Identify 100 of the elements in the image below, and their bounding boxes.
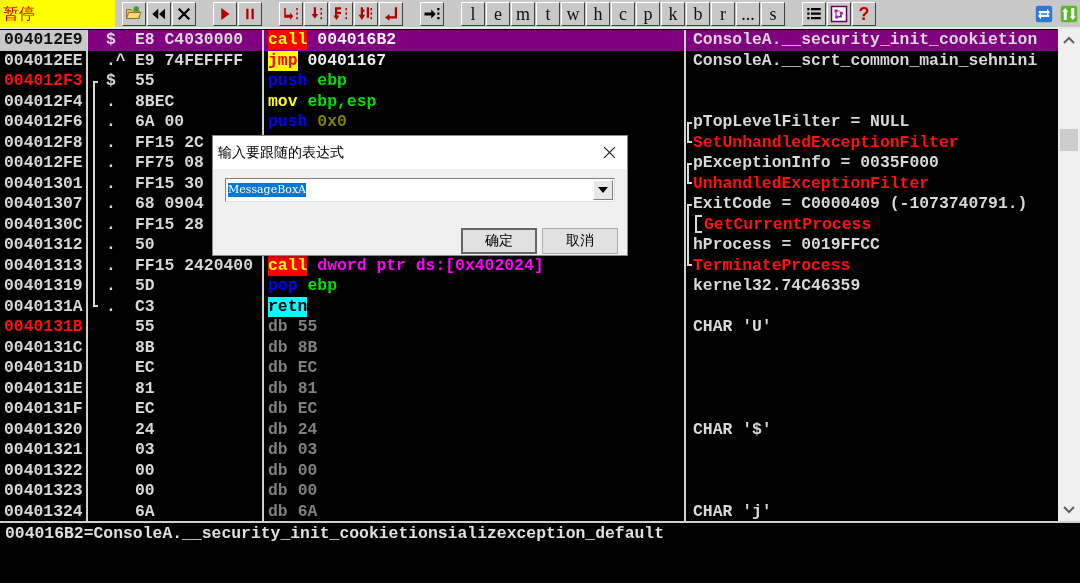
code-row[interactable]: 004012F3 $ 55 push ebp [0,71,1058,92]
rewind-button[interactable] [147,1,171,26]
jump-marker: $ [105,71,117,92]
comment-text: ConsoleA.__scrt_common_main_sehnini [693,50,1038,70]
comment-text: pExceptionInfo = 0035F000 [693,153,939,172]
hex-bytes: EC [134,399,155,420]
jump-marker: . [105,132,117,153]
code-row[interactable]: 004012F4 . 8BEC mov ebp,esp [0,91,1058,112]
code-row[interactable]: 004012F6 . 6A 00 push 0x0 pTopLevelFilter = NULL [0,112,1058,133]
window-button[interactable]: k [661,1,685,26]
mnemonic: db [268,378,288,399]
code-row[interactable]: 00401320 24 db 24 CHAR '$' [0,419,1058,440]
window-button[interactable]: l [461,1,485,26]
code-row[interactable]: 00401323 00 db 00 [0,481,1058,502]
code-row[interactable]: 0040131E 81 db 81 [0,378,1058,399]
trace-into-button[interactable] [329,1,353,26]
operand: 004016B2 [317,30,397,51]
mnemonic: push [268,112,308,132]
jump-marker: .^ [105,50,127,71]
arrow-to-bar-button[interactable] [420,1,444,26]
mnemonic: db [268,399,288,419]
scroll-up-icon[interactable] [1063,36,1075,44]
operand: 0x0 [317,112,347,133]
operand: ebp,esp [307,91,377,112]
step-into-button[interactable] [279,1,303,26]
operand: 03 [297,440,318,461]
jump-marker: . [105,91,117,112]
code-row[interactable]: 004012EE .^ E9 74FEFFFF jmp 00401167 ConsoleA.__scrt_common_main_sehnini [0,50,1058,71]
up-down-arrows-icon [1060,4,1078,23]
trace-over-button[interactable] [354,1,378,26]
mnemonic: db [268,358,288,378]
hex-bytes: FF15 30 [134,173,204,194]
code-row[interactable]: 00401322 00 db 00 [0,460,1058,481]
address-cell: 0040131A [0,296,88,317]
operand: 55 [297,317,318,338]
comment-text: CHAR 'U' [693,317,772,336]
return-arrow-button[interactable] [379,1,403,26]
windows-button[interactable] [827,1,851,26]
window-button[interactable]: s [761,1,785,26]
address-cell: 00401319 [0,276,88,297]
address-cell: 004012EE [0,50,88,71]
caret-icon [598,187,608,193]
jump-marker: . [105,173,117,194]
address-cell: 0040131E [0,378,88,399]
scroll-down-icon[interactable] [1063,506,1075,514]
trace-into-icon [332,4,350,23]
window-button[interactable]: e [486,1,510,26]
hex-bytes: 8B [134,337,155,358]
jump-marker: . [105,296,117,317]
expression-combobox[interactable]: MessageBoxA [225,178,615,202]
mnemonic: db [268,460,288,481]
dropdown-button[interactable] [593,180,613,200]
window-button[interactable]: b [686,1,710,26]
code-row[interactable]: 004012E9 $ E8 C4030000 call 004016B2 ConsoleA.__security_init_cookietion [0,30,1058,51]
close-button[interactable] [172,1,196,26]
window-button[interactable]: ... [736,1,760,26]
address-cell: 00401323 [0,481,88,502]
scrollbar[interactable] [1058,29,1080,521]
list-button[interactable] [802,1,826,26]
comment-text: CHAR '$' [693,419,772,439]
window-button[interactable]: m [511,1,535,26]
code-row[interactable]: 0040131D EC db EC [0,358,1058,379]
return-arrow-icon [382,4,400,23]
step-over-button[interactable] [304,1,328,26]
window-button[interactable]: t [536,1,560,26]
address-cell: 004012FE [0,153,88,174]
hex-bytes: 5D [134,276,155,297]
code-row[interactable]: 0040131F EC db EC [0,399,1058,420]
window-button[interactable]: p [636,1,660,26]
hex-bytes: E8 C4030000 [134,30,244,51]
address-cell: 0040130C [0,214,88,235]
cancel-button[interactable]: 取消 [542,228,618,254]
window-button[interactable]: w [561,1,585,26]
comment-text: CHAR 'j' [693,501,772,521]
address-cell: 00401322 [0,460,88,481]
window-button[interactable]: h [586,1,610,26]
ok-button[interactable]: 确定 [461,228,537,254]
comment-text: GetCurrentProcess [704,214,872,234]
code-row[interactable]: 0040131A . C3 retn [0,296,1058,317]
hex-bytes: E9 74FEFFFF [134,50,244,71]
address-cell: 00401320 [0,419,88,440]
address-cell: 0040131F [0,399,88,420]
scroll-thumb[interactable] [1060,129,1078,151]
address-cell: 004012F4 [0,91,88,112]
mnemonic: mov [268,91,298,112]
hex-bytes: 00 [134,481,155,502]
address-cell: 00401312 [0,235,88,256]
address-cell: 00401321 [0,440,88,461]
pause-button[interactable] [238,1,262,26]
hex-bytes: 50 [134,235,155,256]
folder-button[interactable] [122,1,146,26]
code-row[interactable]: 0040131C 8B db 8B [0,337,1058,358]
window-button[interactable]: r [711,1,735,26]
window-button[interactable]: c [611,1,635,26]
jump-marker: . [105,255,117,276]
address-cell: 00401307 [0,194,88,215]
play-button[interactable] [213,1,237,26]
help-button[interactable]: ? [852,1,876,26]
code-row[interactable]: 0040131B 55 db 55 CHAR 'U' [0,317,1058,338]
code-row[interactable]: 00401321 03 db 03 [0,440,1058,461]
